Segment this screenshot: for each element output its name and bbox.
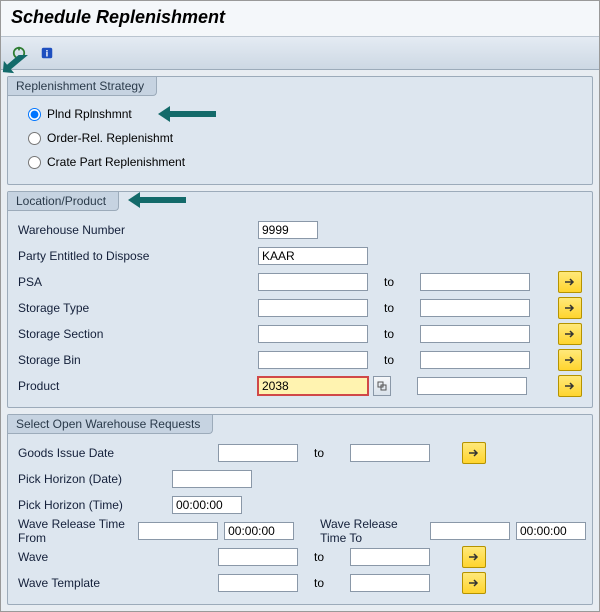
label-storage-type: Storage Type	[14, 301, 168, 315]
label-wave-release-from: Wave Release Time From	[14, 517, 132, 545]
label-storage-bin: Storage Bin	[14, 353, 168, 367]
storage-bin-to-field[interactable]	[420, 351, 530, 369]
panel-title-location: Location/Product	[8, 192, 119, 211]
wave-template-to-field[interactable]	[350, 574, 430, 592]
info-icon[interactable]: i	[37, 43, 57, 63]
label-to: to	[374, 327, 414, 341]
storage-bin-from-field[interactable]	[258, 351, 368, 369]
toolbar: i	[1, 37, 599, 70]
label-warehouse-number: Warehouse Number	[14, 223, 168, 237]
storage-type-from-field[interactable]	[258, 299, 368, 317]
multiple-selection-button[interactable]	[558, 271, 582, 293]
label-to: to	[304, 446, 344, 460]
svg-text:i: i	[46, 49, 49, 60]
execute-icon[interactable]	[9, 43, 29, 63]
radio-plnd-rplnshmnt[interactable]	[28, 108, 41, 121]
party-entitled-field[interactable]	[258, 247, 368, 265]
open-warehouse-requests-panel: Select Open Warehouse Requests Goods Iss…	[7, 414, 593, 605]
label-wave: Wave	[14, 550, 148, 564]
label-pick-horizon-time: Pick Horizon (Time)	[14, 498, 148, 512]
wave-to-field[interactable]	[350, 548, 430, 566]
multiple-selection-button[interactable]	[462, 546, 486, 568]
wave-release-from-date-field[interactable]	[138, 522, 218, 540]
panel-title-strategy: Replenishment Strategy	[8, 77, 157, 96]
label-storage-section: Storage Section	[14, 327, 168, 341]
label-goods-issue-date: Goods Issue Date	[14, 446, 148, 460]
label-pick-horizon-date: Pick Horizon (Date)	[14, 472, 148, 486]
wave-release-to-date-field[interactable]	[430, 522, 510, 540]
label-to: to	[374, 275, 414, 289]
product-to-field[interactable]	[417, 377, 527, 395]
radio-label-crate: Crate Part Replenishment	[47, 155, 185, 169]
label-to: to	[304, 576, 344, 590]
warehouse-number-field[interactable]	[258, 221, 318, 239]
radio-label-plnd: Plnd Rplnshmnt	[47, 107, 132, 121]
page-title: Schedule Replenishment	[1, 1, 599, 37]
replenishment-strategy-panel: Replenishment Strategy Plnd Rplnshmnt Or…	[7, 76, 593, 185]
annotation-arrow-icon	[128, 188, 188, 212]
label-to: to	[374, 301, 414, 315]
goods-issue-date-from-field[interactable]	[218, 444, 298, 462]
wave-template-from-field[interactable]	[218, 574, 298, 592]
label-wave-template: Wave Template	[14, 576, 148, 590]
wave-from-field[interactable]	[218, 548, 298, 566]
label-to: to	[374, 353, 414, 367]
multiple-selection-button[interactable]	[558, 297, 582, 319]
pick-horizon-time-field[interactable]	[172, 496, 242, 514]
panel-title-openwr: Select Open Warehouse Requests	[8, 415, 213, 434]
multiple-selection-button[interactable]	[558, 349, 582, 371]
annotation-arrow-icon	[158, 102, 218, 126]
storage-type-to-field[interactable]	[420, 299, 530, 317]
storage-section-from-field[interactable]	[258, 325, 368, 343]
goods-issue-date-to-field[interactable]	[350, 444, 430, 462]
radio-label-order: Order-Rel. Replenishmt	[47, 131, 173, 145]
psa-from-field[interactable]	[258, 273, 368, 291]
psa-to-field[interactable]	[420, 273, 530, 291]
radio-crate-part-replenishment[interactable]	[28, 156, 41, 169]
radio-order-rel-replenishmt[interactable]	[28, 132, 41, 145]
label-to: to	[304, 550, 344, 564]
multiple-selection-button[interactable]	[558, 375, 582, 397]
storage-section-to-field[interactable]	[420, 325, 530, 343]
multiple-selection-button[interactable]	[558, 323, 582, 345]
multiple-selection-button[interactable]	[462, 572, 486, 594]
pick-horizon-date-field[interactable]	[172, 470, 252, 488]
location-product-panel: Location/Product Warehouse Number Party …	[7, 191, 593, 408]
multiple-selection-button[interactable]	[462, 442, 486, 464]
wave-release-from-time-field[interactable]	[224, 522, 294, 540]
product-from-field[interactable]	[258, 377, 368, 395]
label-psa: PSA	[14, 275, 168, 289]
wave-release-to-time-field[interactable]	[516, 522, 586, 540]
label-party-entitled: Party Entitled to Dispose	[14, 249, 168, 263]
label-product: Product	[14, 379, 168, 393]
value-help-button[interactable]	[373, 376, 391, 396]
label-wave-release-to: Wave Release Time To	[300, 517, 413, 545]
